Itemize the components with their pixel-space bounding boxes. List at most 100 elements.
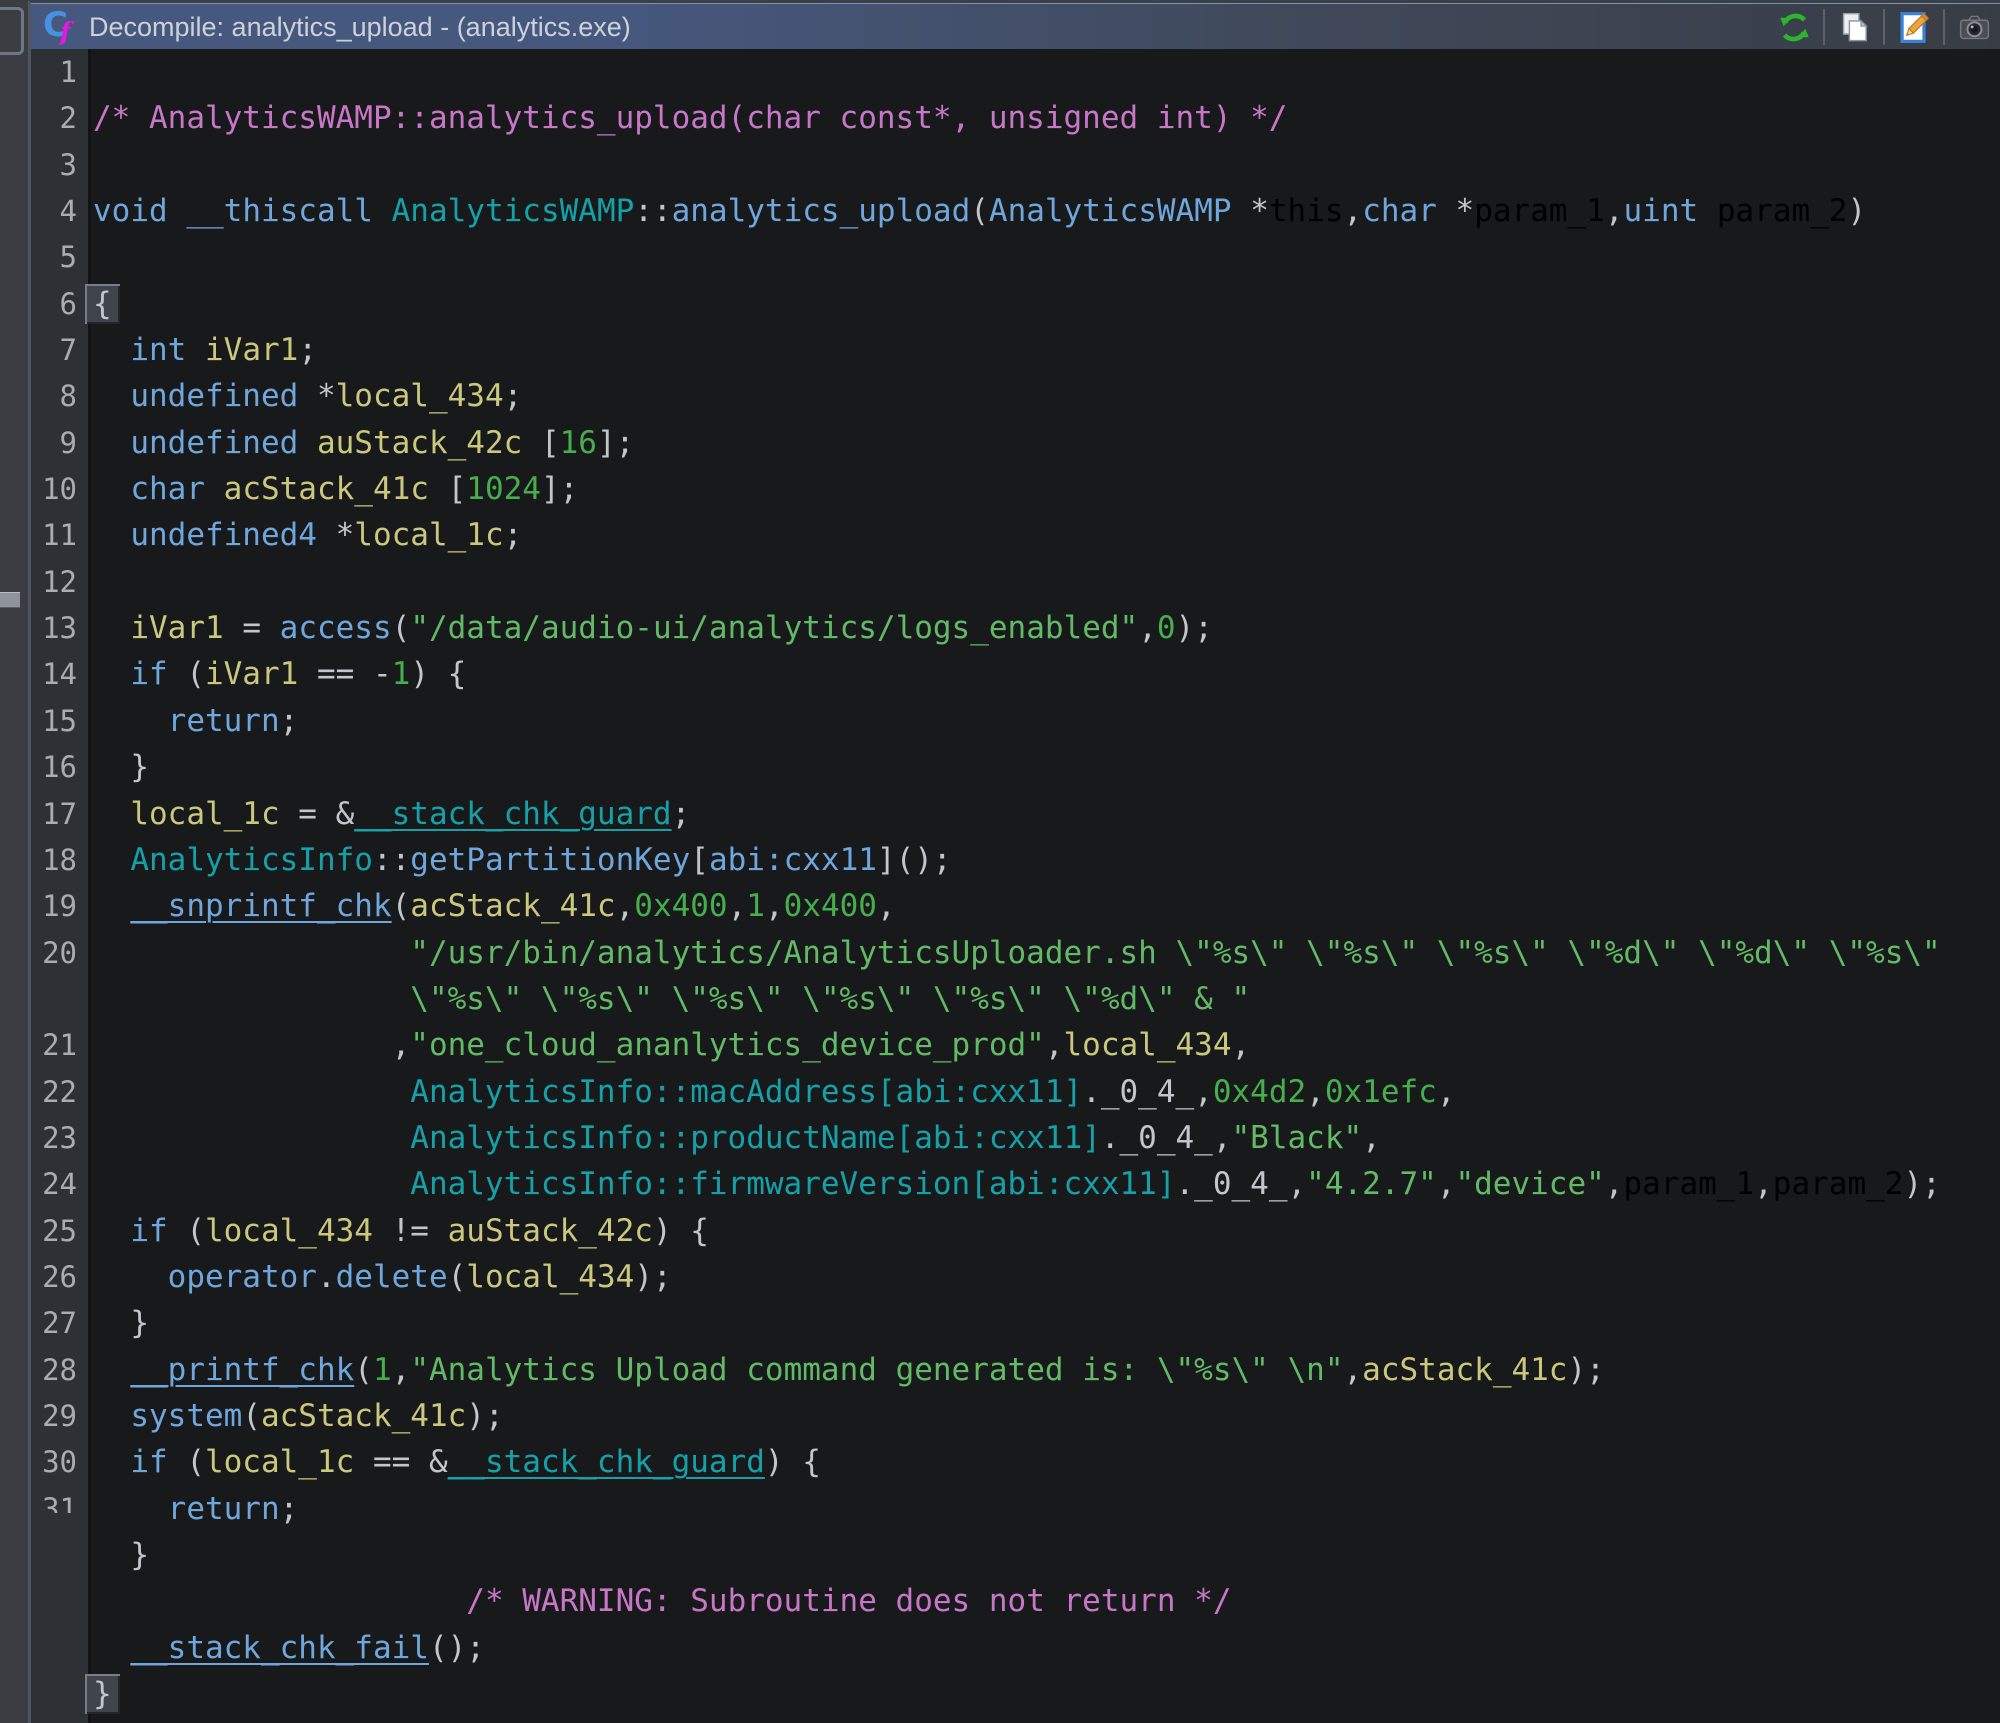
code-line[interactable]: 2/* AnalyticsWAMP::analytics_upload(char… bbox=[31, 95, 2000, 141]
token-def bbox=[93, 981, 410, 1017]
code-line[interactable]: 23 AnalyticsInfo::productName[abi:cxx11]… bbox=[31, 1115, 2000, 1161]
code-line[interactable]: 28 __printf_chk(1,"Analytics Upload comm… bbox=[31, 1347, 2000, 1393]
code-line[interactable]: 14 if (iVar1 == -1) { bbox=[31, 651, 2000, 697]
code-line[interactable]: /* WARNING: Subroutine does not return *… bbox=[31, 1578, 2000, 1624]
code-line[interactable]: 1 bbox=[31, 49, 2000, 95]
line-number: 23 bbox=[31, 1115, 77, 1161]
code-line-text: /* WARNING: Subroutine does not return *… bbox=[93, 1578, 1232, 1624]
code-line[interactable]: 27 } bbox=[31, 1300, 2000, 1346]
left-panel-edge bbox=[0, 0, 30, 1723]
code-line[interactable]: 9 undefined auStack_42c [16]; bbox=[31, 420, 2000, 466]
token-fn: analytics_upload bbox=[672, 193, 971, 229]
code-line[interactable]: 12 bbox=[31, 559, 2000, 605]
token-def: (); bbox=[429, 1630, 485, 1666]
code-line[interactable]: 16 } bbox=[31, 744, 2000, 790]
line-number: 22 bbox=[31, 1069, 77, 1115]
code-line-text: ,"one_cloud_ananlytics_device_prod",loca… bbox=[93, 1022, 1250, 1068]
token-cls: AnalyticsInfo bbox=[130, 842, 373, 878]
token-def: ._0_4_, bbox=[1082, 1074, 1213, 1110]
token-var: acStack_41c bbox=[224, 471, 429, 507]
line-number: 29 bbox=[31, 1393, 77, 1439]
code-line[interactable]: 8 undefined *local_434; bbox=[31, 373, 2000, 419]
code-line[interactable]: __stack_chk_fail(); bbox=[31, 1625, 2000, 1671]
token-fnu: __stack_chk_fail bbox=[130, 1630, 429, 1666]
code-line[interactable]: 29 system(acStack_41c); bbox=[31, 1393, 2000, 1439]
token-glob: __stack_chk_guard bbox=[354, 796, 671, 832]
edit-button[interactable] bbox=[1892, 6, 1936, 48]
code-line[interactable]: } bbox=[31, 1532, 2000, 1578]
token-def: , bbox=[1344, 1352, 1363, 1388]
line-number: 24 bbox=[31, 1161, 77, 1207]
code-line[interactable]: 10 char acStack_41c [1024]; bbox=[31, 466, 2000, 512]
code-line[interactable]: 15 return; bbox=[31, 698, 2000, 744]
copy-button[interactable] bbox=[1832, 6, 1876, 48]
token-def: , bbox=[1138, 610, 1157, 646]
token-kw: AnalyticsWAMP bbox=[989, 193, 1232, 229]
line-number: 18 bbox=[31, 837, 77, 883]
code-line[interactable]: \"%s\" \"%s\" \"%s\" \"%s\" \"%s\" \"%d\… bbox=[31, 976, 2000, 1022]
code-line[interactable]: 21 ,"one_cloud_ananlytics_device_prod",l… bbox=[31, 1022, 2000, 1068]
token-str: "one_cloud_ananlytics_device_prod" bbox=[410, 1027, 1045, 1063]
token-def: != bbox=[373, 1213, 448, 1249]
code-line-text: "/usr/bin/analytics/AnalyticsUploader.sh… bbox=[93, 930, 1941, 976]
snapshot-button[interactable] bbox=[1952, 6, 1996, 48]
token-str: "Analytics Upload command generated is: … bbox=[410, 1352, 1343, 1388]
code-line[interactable]: } bbox=[31, 1671, 2000, 1717]
code-line-text: } bbox=[93, 1532, 149, 1578]
token-def: ; bbox=[280, 1491, 299, 1527]
code-line[interactable]: 22 AnalyticsInfo::macAddress[abi:cxx11].… bbox=[31, 1069, 2000, 1115]
code-line[interactable]: 24 AnalyticsInfo::firmwareVersion[abi:cx… bbox=[31, 1161, 2000, 1207]
code-line[interactable]: 19 __snprintf_chk(acStack_41c,0x400,1,0x… bbox=[31, 883, 2000, 929]
code-line[interactable]: 13 iVar1 = access("/data/audio-ui/analyt… bbox=[31, 605, 2000, 651]
token-hl: { bbox=[85, 284, 120, 324]
token-def: ._0_4_, bbox=[1176, 1166, 1307, 1202]
code-line[interactable]: 25 if (local_434 != auStack_42c) { bbox=[31, 1208, 2000, 1254]
code-line[interactable]: 30 if (local_1c == &__stack_chk_guard) { bbox=[31, 1439, 2000, 1485]
code-line-text: } bbox=[93, 744, 149, 790]
token-def bbox=[93, 471, 130, 507]
token-def bbox=[93, 842, 130, 878]
code-line[interactable]: 26 operator.delete(local_434); bbox=[31, 1254, 2000, 1300]
line-number: 13 bbox=[31, 605, 77, 651]
token-kw: if bbox=[130, 1444, 167, 1480]
token-kw: __thiscall bbox=[186, 193, 373, 229]
decompiled-code-panel[interactable]: 12/* AnalyticsWAMP::analytics_upload(cha… bbox=[31, 49, 2000, 1723]
token-def: , bbox=[1344, 193, 1363, 229]
token-fn: system bbox=[130, 1398, 242, 1434]
token-def bbox=[93, 1074, 410, 1110]
token-str: "/data/audio-ui/analytics/logs_enabled" bbox=[410, 610, 1138, 646]
token-def bbox=[298, 425, 317, 461]
code-line-text: } bbox=[93, 1671, 120, 1717]
code-line[interactable]: 20 "/usr/bin/analytics/AnalyticsUploader… bbox=[31, 930, 2000, 976]
line-number: 5 bbox=[31, 234, 77, 280]
token-param: param_1 bbox=[1474, 193, 1605, 229]
refresh-button[interactable] bbox=[1772, 6, 1816, 48]
line-number: 10 bbox=[31, 466, 77, 512]
token-str: "/usr/bin/analytics/AnalyticsUploader.sh… bbox=[410, 935, 1940, 971]
title-bar[interactable]: C f Decompile: analytics_upload - (analy… bbox=[31, 3, 2000, 52]
token-fn: operator bbox=[168, 1259, 317, 1295]
token-def: [ bbox=[690, 842, 709, 878]
token-var: local_1c bbox=[205, 1444, 354, 1480]
code-line[interactable]: 3 bbox=[31, 142, 2000, 188]
line-number: 4 bbox=[31, 188, 77, 234]
code-line-text: { bbox=[93, 281, 120, 327]
code-line[interactable]: 18 AnalyticsInfo::getPartitionKey[abi:cx… bbox=[31, 837, 2000, 883]
code-line[interactable]: 17 local_1c = &__stack_chk_guard; bbox=[31, 791, 2000, 837]
code-line[interactable]: 11 undefined4 *local_1c; bbox=[31, 512, 2000, 558]
splitter-handle[interactable] bbox=[0, 592, 20, 608]
token-str: "Black" bbox=[1232, 1120, 1363, 1156]
token-def: [ bbox=[522, 425, 559, 461]
code-line[interactable]: 31 return; bbox=[31, 1486, 2000, 1532]
code-line[interactable]: 6{ bbox=[31, 281, 2000, 327]
toolbar-separator bbox=[1883, 9, 1885, 45]
code-line[interactable]: 4void __thiscall AnalyticsWAMP::analytic… bbox=[31, 188, 2000, 234]
code-line[interactable]: 5 bbox=[31, 234, 2000, 280]
token-kw: if bbox=[130, 1213, 167, 1249]
line-number: 21 bbox=[31, 1022, 77, 1068]
token-def bbox=[93, 1166, 410, 1202]
token-num: 0x4d2 bbox=[1213, 1074, 1306, 1110]
code-line[interactable]: 7 int iVar1; bbox=[31, 327, 2000, 373]
token-def: ); bbox=[1176, 610, 1213, 646]
code-line-text: AnalyticsInfo::productName[abi:cxx11]._0… bbox=[93, 1115, 1381, 1161]
